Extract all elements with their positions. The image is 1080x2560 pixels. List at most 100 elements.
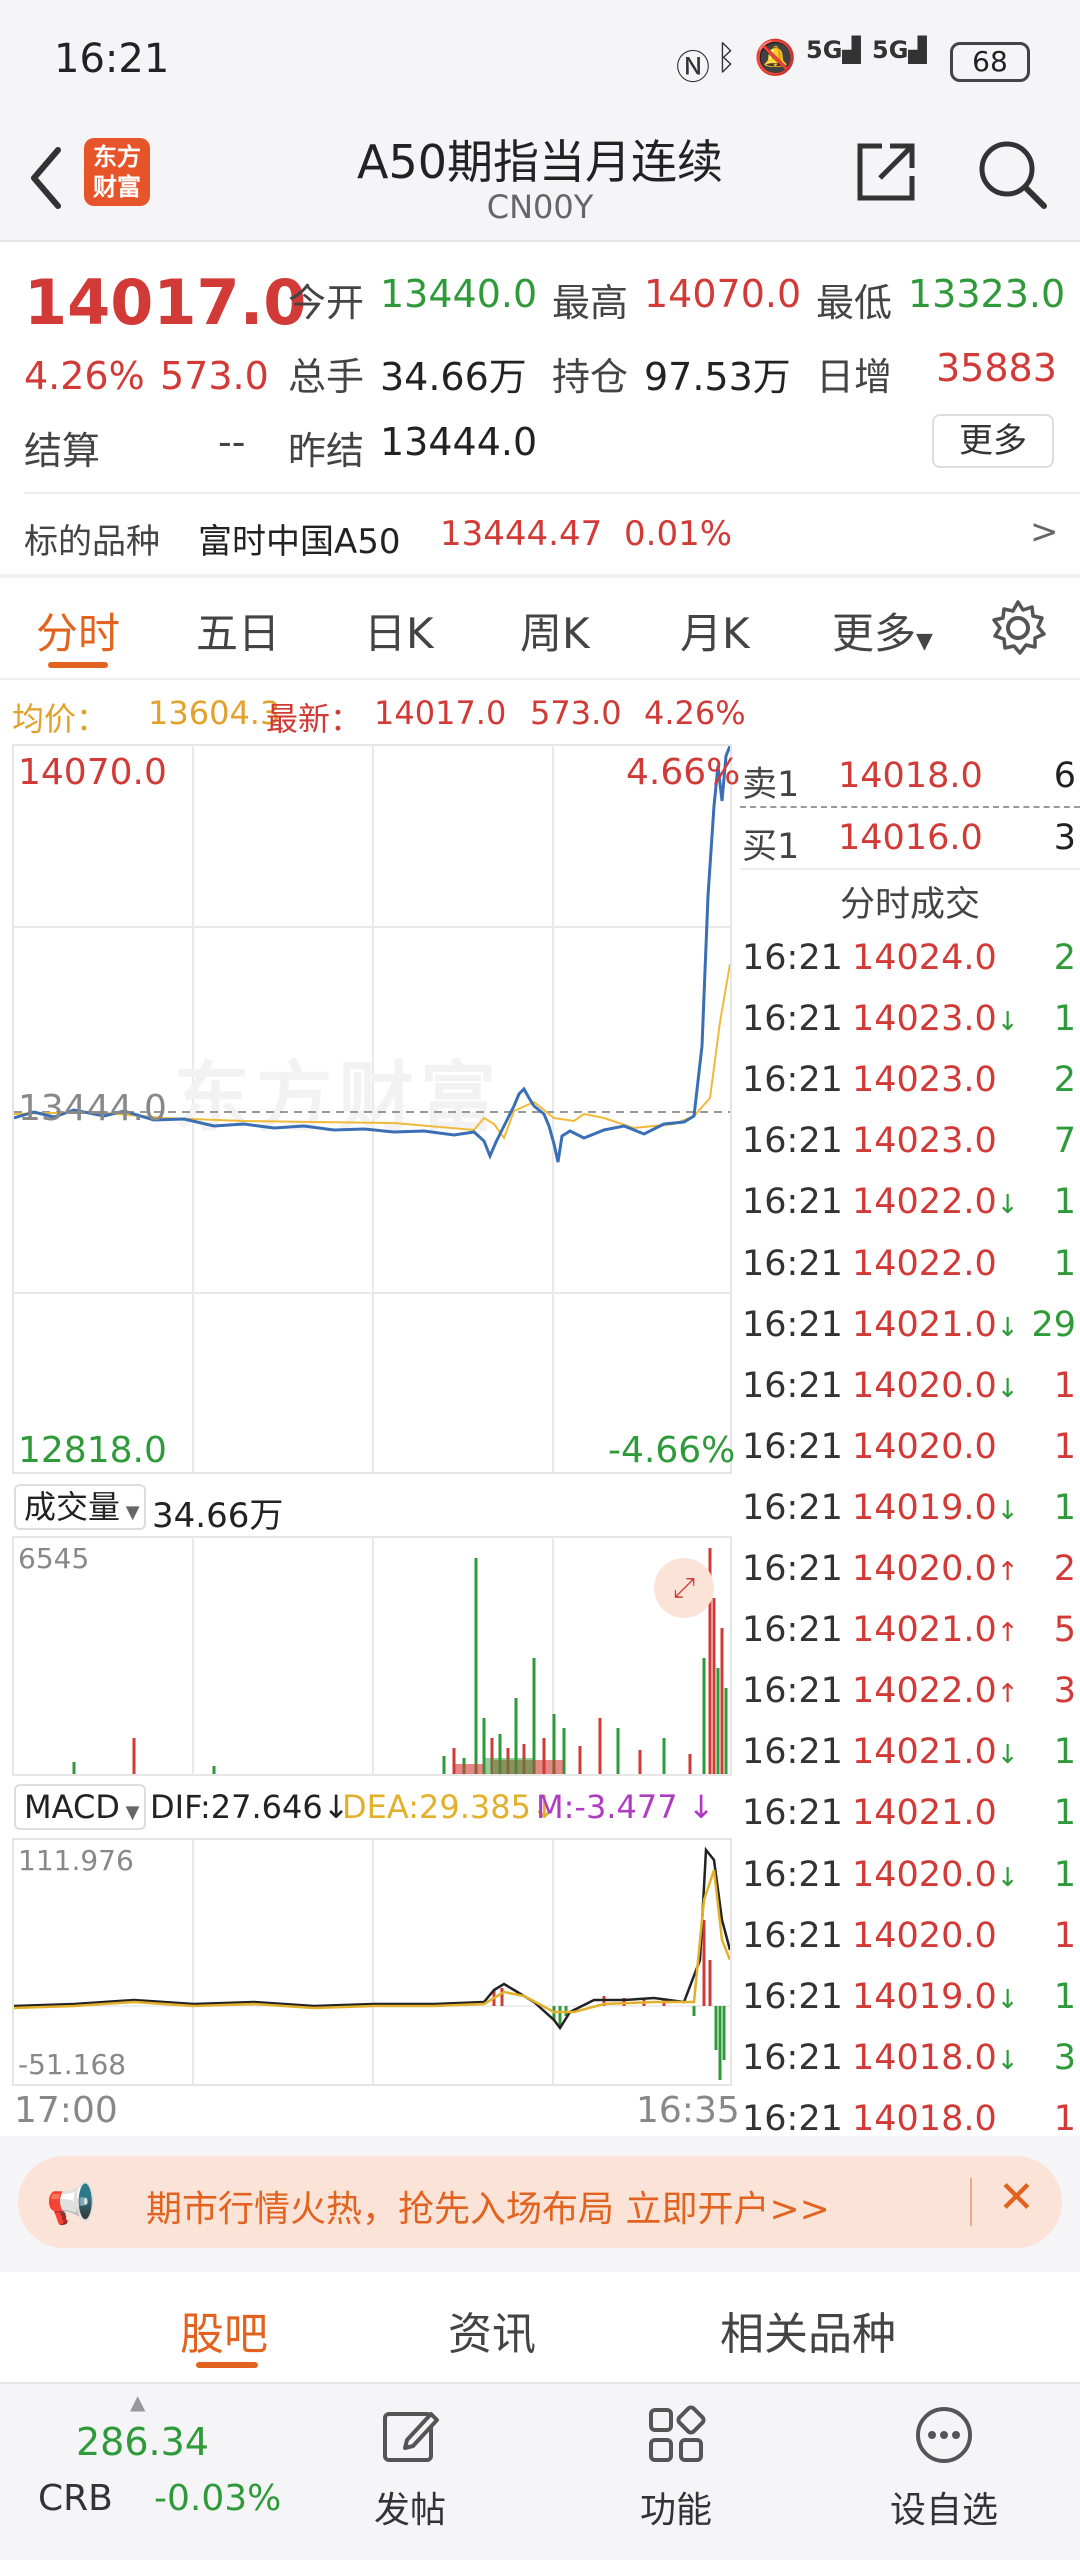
macd-dif-value: DIF:27.646 (150, 1788, 323, 1826)
tab-monthly-k[interactable]: 月K (680, 600, 750, 661)
index-name: CRB (38, 2478, 113, 2519)
trade-qty: 7 (1053, 1121, 1076, 1162)
underlying-row[interactable]: 标的品种 富时中国A50 13444.47 0.01% > (0, 494, 1080, 574)
caret-up-icon: ▲ (130, 2390, 146, 2414)
expand-icon[interactable]: ⤢ (654, 1558, 714, 1618)
add-favorite-button[interactable]: 设自选 (884, 2404, 1004, 2533)
add-favorite-label: 设自选 (889, 2490, 998, 2531)
status-bar: 16:21 Ⓝ ᛒ 🔕 5G▟ 5G▟ 68 (0, 0, 1080, 120)
trade-price: 14019.0↓ (852, 1977, 1019, 2017)
trade-price: 14022.0 (852, 1244, 997, 1284)
trade-qty: 1 (1053, 1182, 1076, 1223)
more-button[interactable]: 更多 (932, 414, 1054, 468)
trade-time: 16:21 (742, 1610, 843, 1651)
function-label: 功能 (639, 2490, 712, 2531)
tab-intraday[interactable]: 分时 (36, 600, 120, 661)
promo-banner[interactable]: 📢 期市行情火热，抢先入场布局 立即开户>> ✕ (18, 2156, 1062, 2248)
axis-bottom-price: 12818.0 (18, 1430, 167, 1471)
search-icon[interactable] (974, 136, 1050, 212)
signal-5g-2-icon: 5G▟ (872, 36, 927, 64)
trade-price-value: 14020.0 (852, 1549, 997, 1589)
tab-more[interactable]: 更多▼ (832, 600, 933, 661)
trade-row: 16:21 14023.0 7 (740, 1111, 1080, 1172)
arrow-up-icon: ↑ (996, 1679, 1019, 1710)
trade-qty: 2 (1053, 938, 1076, 978)
tab-forum[interactable]: 股吧 (180, 2298, 268, 2362)
battery-level: 68 (972, 45, 1008, 78)
prev-settle-label: 昨结 (288, 429, 365, 473)
trade-qty: 5 (1053, 1610, 1076, 1651)
trade-qty: 1 (1053, 1426, 1076, 1467)
arrow-down-icon: ↓ (996, 1007, 1019, 1038)
post-button[interactable]: 发帖 (350, 2404, 470, 2533)
settings-icon[interactable] (988, 598, 1048, 658)
buy1-price: 14016.0 (838, 818, 983, 858)
trade-row: 16:21 14022.0↑ 3 (740, 1661, 1080, 1722)
trade-qty: 1 (1053, 1915, 1076, 1956)
intraday-chart[interactable]: 东方财富 14070.0 4.66% 13444.0 12818.0 -4.66… (12, 744, 740, 1474)
trade-qty: 1 (1053, 1365, 1076, 1406)
tab-related[interactable]: 相关品种 (720, 2298, 896, 2362)
orderbook-divider (740, 806, 1080, 808)
trade-row: 16:21 14021.0↑ 5 (740, 1600, 1080, 1661)
tab-five-day[interactable]: 五日 (196, 600, 280, 661)
macd-m: M:-3.477 ↓ (536, 1788, 715, 1826)
trade-qty: 1 (1053, 1243, 1076, 1284)
macd-selector[interactable]: MACD ▼ (14, 1784, 146, 1830)
index-change: -0.03% (154, 2478, 282, 2519)
trade-time: 16:21 (742, 1426, 843, 1467)
trade-price-value: 14021.0 (852, 1793, 997, 1834)
trade-price-value: 14018.0 (852, 2098, 997, 2139)
arrow-down-icon: ↓ (996, 1862, 1019, 1893)
share-icon[interactable] (852, 138, 920, 206)
tab-indicator (48, 662, 108, 668)
trade-row: 16:21 14022.0 1 (740, 1234, 1080, 1295)
arrow-up-icon: ↑ (996, 1557, 1019, 1587)
trade-price-value: 14023.0 (852, 1060, 997, 1101)
oi-label: 持仓 (552, 355, 629, 399)
macd-dea: DEA:29.385↓ (342, 1788, 558, 1826)
trade-row: 16:21 14020.0↓ 1 (740, 1845, 1080, 1906)
axis-time-end: 16:35 (636, 2090, 740, 2131)
underlying-label: 标的品种 (24, 522, 160, 562)
title-bar: 东方 财富 A50期指当月连续 CN00Y (0, 120, 1080, 240)
trade-time: 16:21 (742, 1549, 843, 1589)
trade-price-value: 14020.0 (852, 1365, 997, 1406)
trade-price: 14020.0↑ (852, 1549, 1019, 1589)
tab-daily-k[interactable]: 日K (364, 600, 434, 661)
latest-label: 最新： (266, 700, 363, 738)
trade-row: 16:21 14020.0 1 (740, 1906, 1080, 1967)
underlying-name: 富时中国A50 (198, 522, 401, 562)
divider (0, 678, 1080, 680)
tab-more-label: 更多 (832, 609, 917, 658)
trade-time: 16:21 (742, 1915, 843, 1956)
trade-row: 16:21 14021.0 1 (740, 1783, 1080, 1844)
trade-qty: 2 (1053, 1549, 1076, 1589)
chevron-right-icon: > (1030, 512, 1059, 552)
tab-weekly-k[interactable]: 周K (520, 600, 590, 661)
volume-total: 34.66万 (152, 1496, 284, 1536)
settle-value: -- (218, 420, 246, 464)
trade-price-value: 14022.0 (852, 1182, 997, 1223)
order-book: 卖1 14018.0 6 买1 14016.0 3 (740, 744, 1080, 868)
trade-row: 16:21 14021.0↓ 29 (740, 1295, 1080, 1356)
sell1-qty: 6 (1053, 756, 1076, 796)
trade-qty: 3 (1053, 2037, 1076, 2078)
signal-5g-icon: 5G▟ (806, 36, 861, 64)
trade-qty: 1 (1053, 1854, 1076, 1895)
trade-price: 14021.0↓ (852, 1732, 1019, 1772)
tab-news[interactable]: 资讯 (448, 2298, 536, 2362)
volume-bars (72, 1548, 728, 1774)
trade-price-value: 14021.0 (852, 1732, 997, 1773)
volume-chart: 6545 ⤢ (12, 1536, 732, 1776)
settle-label: 结算 (24, 429, 101, 473)
volume-selector[interactable]: 成交量 ▼ (14, 1484, 146, 1530)
macd-selector-label: MACD (24, 1788, 120, 1826)
oi-value: 97.53万 (644, 355, 791, 399)
change-value: 573.0 (160, 354, 269, 398)
volume-label: 总手 (288, 355, 365, 399)
buy1-qty: 3 (1053, 818, 1076, 858)
function-button[interactable]: 功能 (616, 2404, 736, 2533)
close-icon[interactable]: ✕ (998, 2172, 1035, 2223)
trade-price-value: 14022.0 (852, 1671, 997, 1712)
